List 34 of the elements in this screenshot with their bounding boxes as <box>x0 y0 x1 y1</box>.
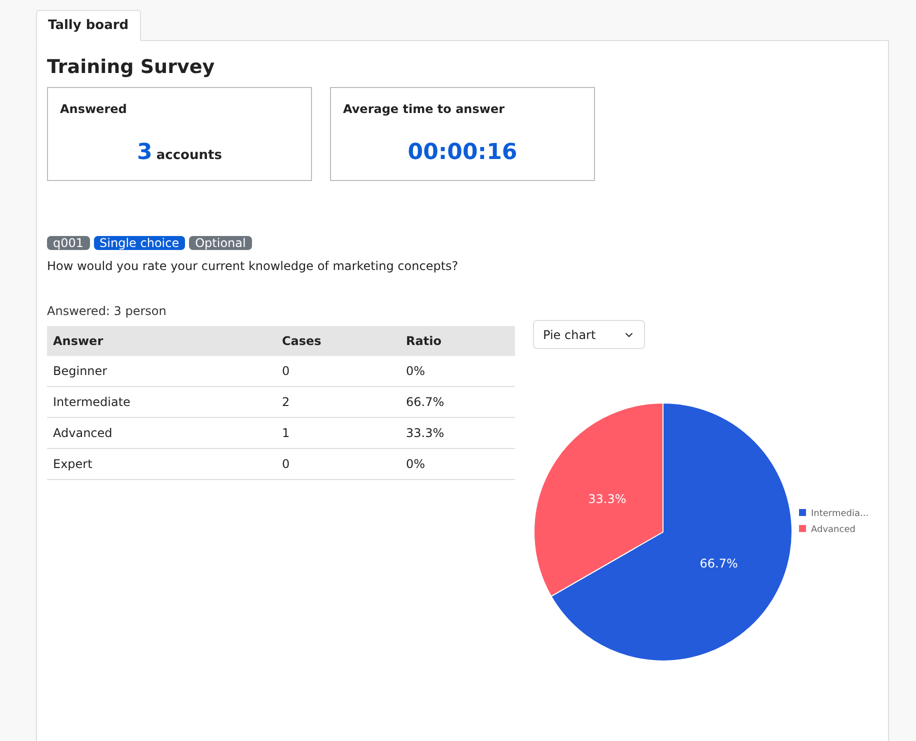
page-title: Training Survey <box>47 55 216 79</box>
table-cell-text: Beginner <box>52 363 108 380</box>
stat-label: Average time to answer <box>343 101 506 118</box>
table-cell-text: 1 <box>281 425 291 442</box>
tab[interactable]: Tally board <box>36 10 141 41</box>
table-cell-text: 0% <box>405 456 426 473</box>
question-text: How would you rate your current knowledge of marketing concepts? <box>47 258 460 275</box>
slice-label: 66.7% <box>700 556 738 571</box>
table-cell-text: 66.7% <box>405 394 446 411</box>
tag: q001 <box>47 236 90 250</box>
table-cell-text: Intermediate <box>52 394 132 411</box>
stat-unit: accounts <box>156 147 222 165</box>
table-cell-text: Expert <box>52 456 94 473</box>
stat-value: 3 <box>137 139 152 167</box>
table-cell-text: Advanced <box>52 425 114 442</box>
slice-label: 33.3% <box>588 492 626 506</box>
stat-value: 00:00:16 <box>408 139 518 167</box>
stat-label: Answered <box>60 101 128 118</box>
legend-item: Advanced <box>799 525 856 535</box>
table-cell-text: 33.3% <box>405 425 446 442</box>
legend-item: Intermedia... <box>799 509 869 519</box>
tag: Optional <box>189 236 252 250</box>
tag: Single choice <box>94 236 186 250</box>
chart-type-select[interactable]: Pie chart <box>533 320 645 349</box>
table-cell-text: 0% <box>405 363 426 380</box>
column-header: Answer <box>47 326 276 356</box>
column-header: Ratio <box>400 326 515 356</box>
table-cell-text: 0 <box>281 456 291 473</box>
answered-count: Answered: 3 person <box>47 303 168 320</box>
legend-label: Advanced <box>811 525 856 535</box>
table-cell-text: 2 <box>281 394 291 411</box>
legend-label: Intermedia... <box>811 509 869 519</box>
column-header: Cases <box>276 326 400 356</box>
table-cell-text: 0 <box>281 363 291 380</box>
